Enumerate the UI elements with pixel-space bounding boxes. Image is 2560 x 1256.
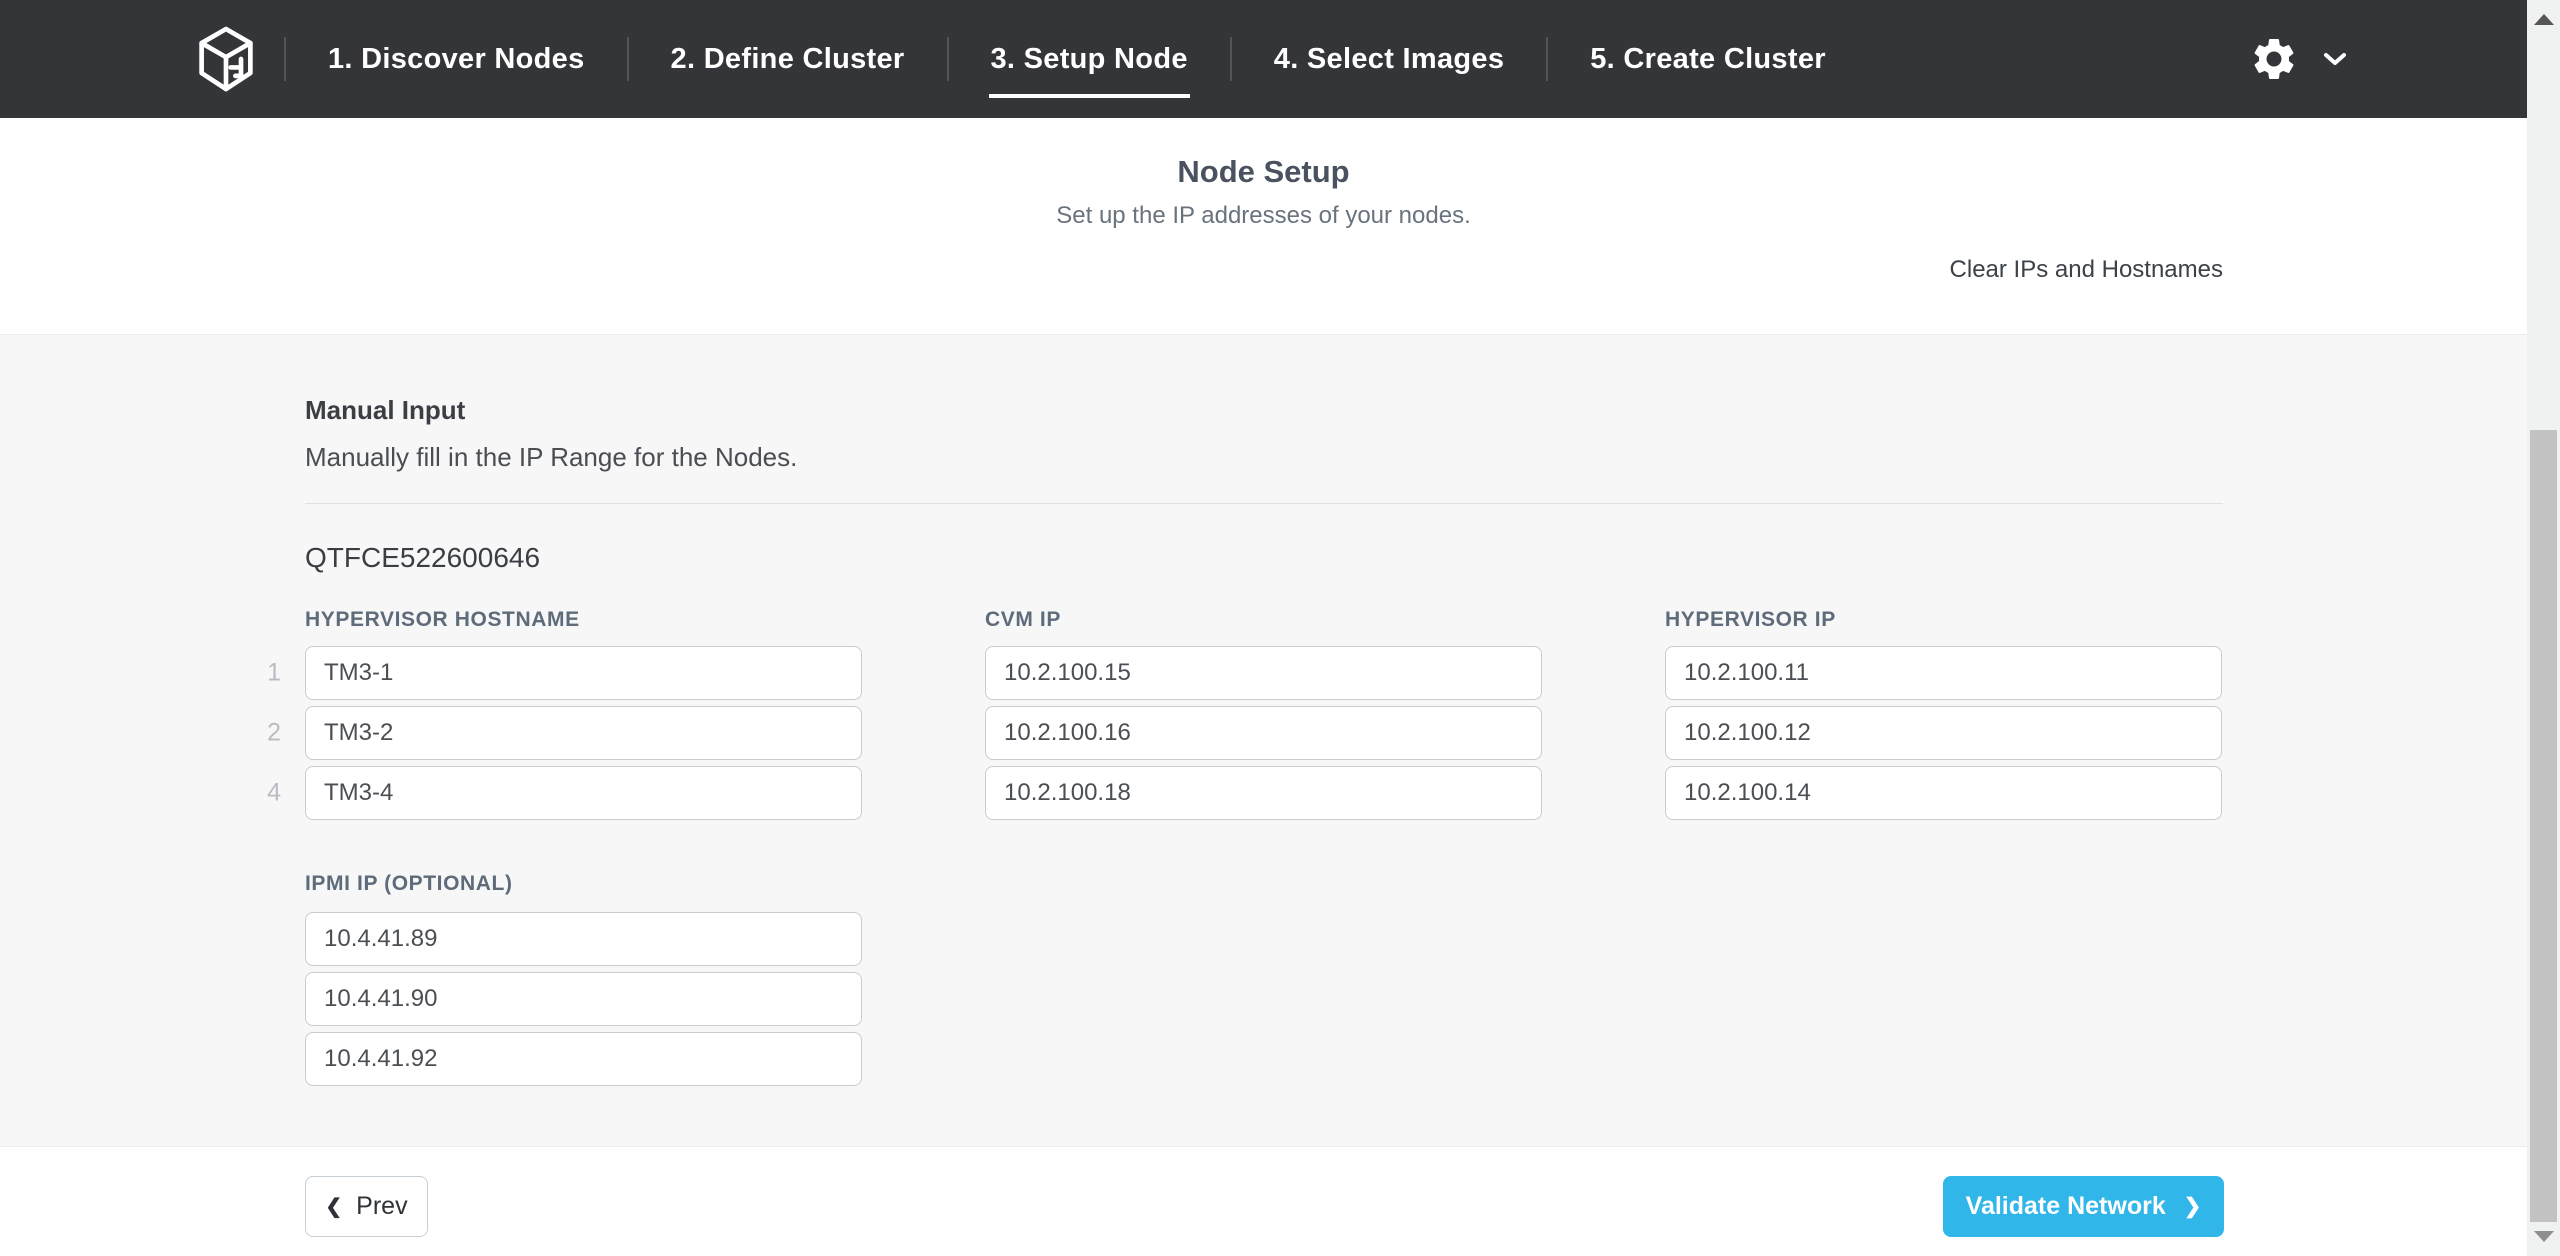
app-window: 1. Discover Nodes 2. Define Cluster 3. S… (0, 0, 2527, 1256)
prev-button-label: Prev (356, 1192, 407, 1221)
ipmi-ip-input[interactable] (305, 1032, 862, 1086)
table-row: 1 (305, 646, 862, 700)
hypervisor-ip-input[interactable] (1665, 706, 2222, 760)
manual-input-section: Manual Input Manually fill in the IP Ran… (0, 334, 2527, 1147)
hostname-input[interactable] (305, 706, 862, 760)
vertical-scrollbar[interactable] (2527, 0, 2560, 1256)
scrollbar-thumb[interactable] (2530, 430, 2557, 1222)
table-cell (985, 706, 1542, 760)
ipmi-input-list (305, 912, 862, 1086)
table-cell (1665, 766, 2222, 820)
step-label: 5. Create Cluster (1590, 43, 1826, 76)
hostname-input[interactable] (305, 766, 862, 820)
col-header-ipmi-ip: IPMI IP (OPTIONAL) (305, 872, 2223, 896)
cvm-ip-input[interactable] (985, 646, 1542, 700)
col-header-cvm-ip: CVM IP (985, 608, 1542, 632)
step-label: 3. Setup Node (991, 43, 1188, 76)
chevron-left-icon: ❮ (325, 1194, 342, 1219)
prev-button[interactable]: ❮ Prev (305, 1176, 428, 1237)
step-label: 2. Define Cluster (671, 43, 905, 76)
scrollbar-up-arrow-icon[interactable] (2534, 14, 2554, 25)
row-number: 1 (223, 659, 281, 688)
step-label: 1. Discover Nodes (328, 43, 585, 76)
validate-button-label: Validate Network (1966, 1192, 2166, 1221)
node-input-table: 1 2 4 (305, 646, 2223, 820)
hypervisor-ip-input[interactable] (1665, 766, 2222, 820)
section-divider (305, 503, 2223, 504)
wizard-footer: ❮ Prev Validate Network ❯ (0, 1147, 2527, 1237)
ipmi-ip-input[interactable] (305, 972, 862, 1026)
foundation-cube-logo (196, 24, 256, 94)
row-number: 2 (223, 719, 281, 748)
node-block-id: QTFCE522600646 (305, 542, 2223, 574)
manual-input-description: Manually fill in the IP Range for the No… (305, 442, 2223, 473)
col-header-hypervisor-hostname: HYPERVISOR HOSTNAME (305, 608, 862, 632)
table-cell (1665, 706, 2222, 760)
table-row: 2 (305, 706, 862, 760)
chevron-right-icon: ❯ (2184, 1194, 2202, 1219)
step-label: 4. Select Images (1274, 43, 1504, 76)
hostname-input[interactable] (305, 646, 862, 700)
settings-menu[interactable] (2249, 34, 2347, 84)
gear-icon[interactable] (2249, 34, 2299, 84)
cvm-ip-input[interactable] (985, 766, 1542, 820)
wizard-steps: 1. Discover Nodes 2. Define Cluster 3. S… (284, 0, 1868, 118)
step-discover-nodes[interactable]: 1. Discover Nodes (286, 43, 627, 76)
table-cell (985, 646, 1542, 700)
row-number: 4 (223, 779, 281, 808)
hypervisor-ip-input[interactable] (1665, 646, 2222, 700)
step-define-cluster[interactable]: 2. Define Cluster (629, 43, 947, 76)
scrollbar-down-arrow-icon[interactable] (2534, 1231, 2554, 1242)
ipmi-ip-input[interactable] (305, 912, 862, 966)
manual-input-title: Manual Input (305, 395, 2223, 426)
column-headers: HYPERVISOR HOSTNAME CVM IP HYPERVISOR IP (305, 608, 2223, 632)
table-cell (1665, 646, 2222, 700)
step-select-images[interactable]: 4. Select Images (1232, 43, 1546, 76)
page-title: Node Setup (0, 154, 2527, 190)
table-row: 4 (305, 766, 862, 820)
page-header: Node Setup Set up the IP addresses of yo… (0, 118, 2527, 230)
step-create-cluster[interactable]: 5. Create Cluster (1548, 43, 1868, 76)
validate-network-button[interactable]: Validate Network ❯ (1943, 1176, 2224, 1237)
col-header-hypervisor-ip: HYPERVISOR IP (1665, 608, 2222, 632)
cvm-ip-input[interactable] (985, 706, 1542, 760)
clear-row: Clear IPs and Hostnames (0, 256, 2527, 334)
step-setup-node[interactable]: 3. Setup Node (949, 43, 1230, 76)
table-cell (985, 766, 1542, 820)
top-navbar: 1. Discover Nodes 2. Define Cluster 3. S… (0, 0, 2527, 118)
chevron-down-icon[interactable] (2323, 52, 2347, 66)
page-subtitle: Set up the IP addresses of your nodes. (0, 202, 2527, 230)
clear-ips-hostnames-link[interactable]: Clear IPs and Hostnames (1950, 256, 2223, 284)
